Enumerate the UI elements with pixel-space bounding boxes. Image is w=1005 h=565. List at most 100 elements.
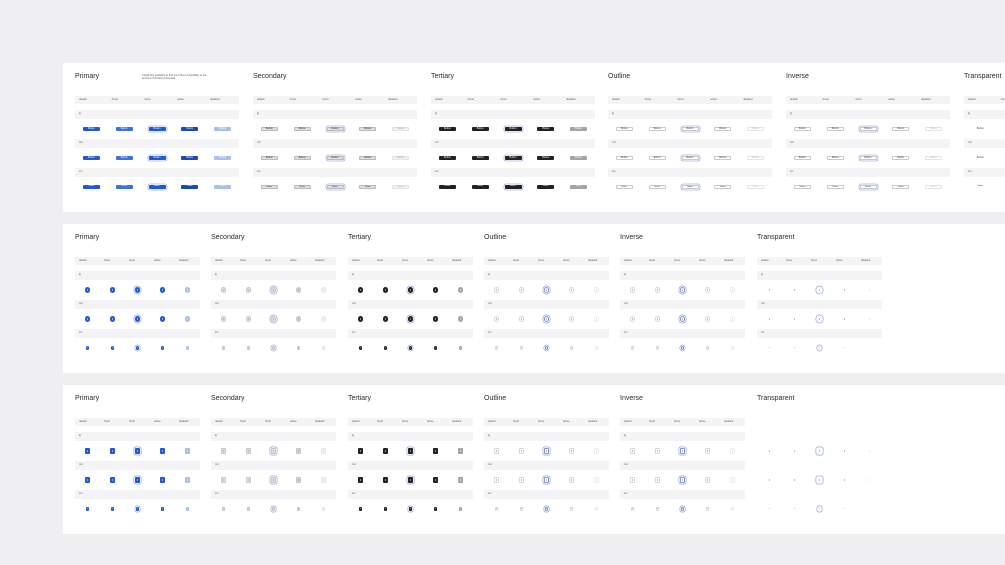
tertiary-icon-button-lg-disabled[interactable] [457, 287, 464, 293]
tertiary-button-md-default[interactable]: Button [438, 155, 456, 161]
secondary-icon-button-lg-focus[interactable] [270, 287, 277, 293]
outline-button-lg-disabled[interactable]: Button [747, 126, 765, 132]
primary-button-sm-default[interactable]: Button [82, 185, 100, 189]
outline-button-sm-disabled[interactable]: Button [747, 185, 765, 189]
outline-icon-button-sm-disabled[interactable] [594, 346, 599, 350]
transparent-icon-button-sm-default[interactable] [768, 346, 771, 349]
transparent-button-sm-default[interactable]: Button [972, 185, 989, 188]
transparent-icon-button-md-active[interactable] [842, 477, 848, 483]
tertiary-icon-button-lg-hover[interactable] [382, 448, 389, 454]
inverse-icon-button-lg-hover[interactable] [654, 287, 661, 293]
tertiary-icon-button-md-focus[interactable] [407, 316, 414, 322]
inverse-icon-button-md-disabled[interactable] [729, 316, 736, 322]
secondary-icon-button-sm-hover[interactable] [246, 346, 251, 350]
primary-icon-button-sm-hover[interactable] [110, 346, 115, 350]
primary-icon-button-sm-focus[interactable] [135, 346, 140, 350]
transparent-icon-button-sm-active[interactable] [843, 507, 846, 510]
secondary-icon-button-sm-default[interactable] [221, 507, 226, 511]
outline-icon-button-md-hover[interactable] [518, 316, 525, 322]
primary-button-md-active[interactable]: Button [181, 155, 199, 161]
primary-button-md-hover[interactable]: Button [115, 155, 133, 161]
primary-icon-button-sm-focus[interactable] [135, 507, 140, 511]
secondary-button-md-default[interactable]: Button [260, 155, 278, 161]
primary-button-lg-focus[interactable]: Button [148, 126, 166, 132]
inverse-button-lg-default[interactable]: Button [793, 126, 811, 132]
tertiary-icon-button-md-focus[interactable] [407, 477, 414, 483]
outline-icon-button-sm-default[interactable] [494, 346, 499, 350]
tertiary-icon-button-md-hover[interactable] [382, 316, 389, 322]
transparent-icon-button-lg-hover[interactable] [792, 448, 798, 454]
primary-icon-button-md-focus[interactable] [134, 316, 141, 322]
inverse-icon-button-md-default[interactable] [629, 477, 636, 483]
secondary-icon-button-lg-disabled[interactable] [320, 448, 327, 454]
tertiary-button-md-hover[interactable]: Button [471, 155, 489, 161]
outline-icon-button-lg-default[interactable] [493, 448, 500, 454]
secondary-icon-button-md-focus[interactable] [270, 477, 277, 483]
tertiary-icon-button-sm-hover[interactable] [383, 507, 388, 511]
tertiary-button-sm-focus[interactable]: Button [504, 185, 522, 189]
secondary-icon-button-md-hover[interactable] [245, 477, 252, 483]
transparent-icon-button-md-focus[interactable] [817, 477, 823, 483]
tertiary-button-sm-active[interactable]: Button [537, 185, 555, 189]
secondary-icon-button-lg-hover[interactable] [245, 448, 252, 454]
tertiary-icon-button-sm-disabled[interactable] [458, 346, 463, 350]
inverse-icon-button-lg-disabled[interactable] [729, 287, 736, 293]
primary-icon-button-md-default[interactable] [84, 477, 91, 483]
primary-icon-button-lg-hover[interactable] [109, 448, 116, 454]
transparent-icon-button-sm-active[interactable] [843, 346, 846, 349]
secondary-button-lg-disabled[interactable]: Button [392, 126, 410, 132]
primary-icon-button-lg-focus[interactable] [134, 287, 141, 293]
inverse-button-lg-focus[interactable]: Button [859, 126, 877, 132]
inverse-icon-button-lg-active[interactable] [704, 287, 711, 293]
primary-icon-button-lg-disabled[interactable] [184, 287, 191, 293]
secondary-button-lg-active[interactable]: Button [359, 126, 377, 132]
tertiary-icon-button-sm-default[interactable] [358, 507, 363, 511]
inverse-icon-button-sm-focus[interactable] [680, 507, 685, 511]
primary-icon-button-sm-active[interactable] [160, 507, 165, 511]
inverse-button-md-hover[interactable]: Button [826, 155, 844, 161]
tertiary-icon-button-sm-default[interactable] [358, 346, 363, 350]
outline-icon-button-sm-hover[interactable] [519, 346, 524, 350]
inverse-icon-button-md-default[interactable] [629, 316, 636, 322]
transparent-icon-button-sm-hover[interactable] [793, 507, 796, 510]
inverse-button-md-focus[interactable]: Button [859, 155, 877, 161]
primary-icon-button-sm-disabled[interactable] [185, 507, 190, 511]
outline-icon-button-lg-hover[interactable] [518, 287, 525, 293]
inverse-icon-button-lg-focus[interactable] [679, 287, 686, 293]
secondary-icon-button-md-hover[interactable] [245, 316, 252, 322]
secondary-icon-button-md-disabled[interactable] [320, 477, 327, 483]
outline-icon-button-lg-focus[interactable] [543, 448, 550, 454]
primary-icon-button-sm-hover[interactable] [110, 507, 115, 511]
primary-icon-button-md-hover[interactable] [109, 316, 116, 322]
transparent-icon-button-md-default[interactable] [767, 316, 773, 322]
tertiary-button-sm-hover[interactable]: Button [471, 185, 489, 189]
secondary-icon-button-sm-default[interactable] [221, 346, 226, 350]
tertiary-icon-button-lg-active[interactable] [432, 287, 439, 293]
outline-icon-button-lg-active[interactable] [568, 287, 575, 293]
outline-button-lg-active[interactable]: Button [714, 126, 732, 132]
tertiary-button-sm-default[interactable]: Button [438, 185, 456, 189]
transparent-icon-button-sm-focus[interactable] [818, 507, 821, 510]
inverse-icon-button-md-disabled[interactable] [729, 477, 736, 483]
tertiary-icon-button-md-disabled[interactable] [457, 316, 464, 322]
tertiary-icon-button-lg-hover[interactable] [382, 287, 389, 293]
primary-button-sm-disabled[interactable]: Button [214, 185, 232, 189]
inverse-icon-button-sm-hover[interactable] [655, 346, 660, 350]
primary-button-md-focus[interactable]: Button [148, 155, 166, 161]
primary-icon-button-md-default[interactable] [84, 316, 91, 322]
secondary-button-md-focus[interactable]: Button [326, 155, 344, 161]
inverse-icon-button-sm-focus[interactable] [680, 346, 685, 350]
tertiary-button-md-disabled[interactable]: Button [570, 155, 588, 161]
tertiary-icon-button-lg-active[interactable] [432, 448, 439, 454]
outline-icon-button-md-disabled[interactable] [593, 477, 600, 483]
primary-icon-button-lg-active[interactable] [159, 287, 166, 293]
inverse-icon-button-lg-disabled[interactable] [729, 448, 736, 454]
secondary-button-md-hover[interactable]: Button [293, 155, 311, 161]
secondary-button-sm-focus[interactable]: Button [326, 185, 344, 189]
tertiary-button-lg-focus[interactable]: Button [504, 126, 522, 132]
transparent-icon-button-lg-default[interactable] [767, 448, 773, 454]
tertiary-button-lg-disabled[interactable]: Button [570, 126, 588, 132]
primary-icon-button-lg-default[interactable] [84, 287, 91, 293]
transparent-icon-button-md-active[interactable] [842, 316, 848, 322]
tertiary-icon-button-lg-focus[interactable] [407, 448, 414, 454]
